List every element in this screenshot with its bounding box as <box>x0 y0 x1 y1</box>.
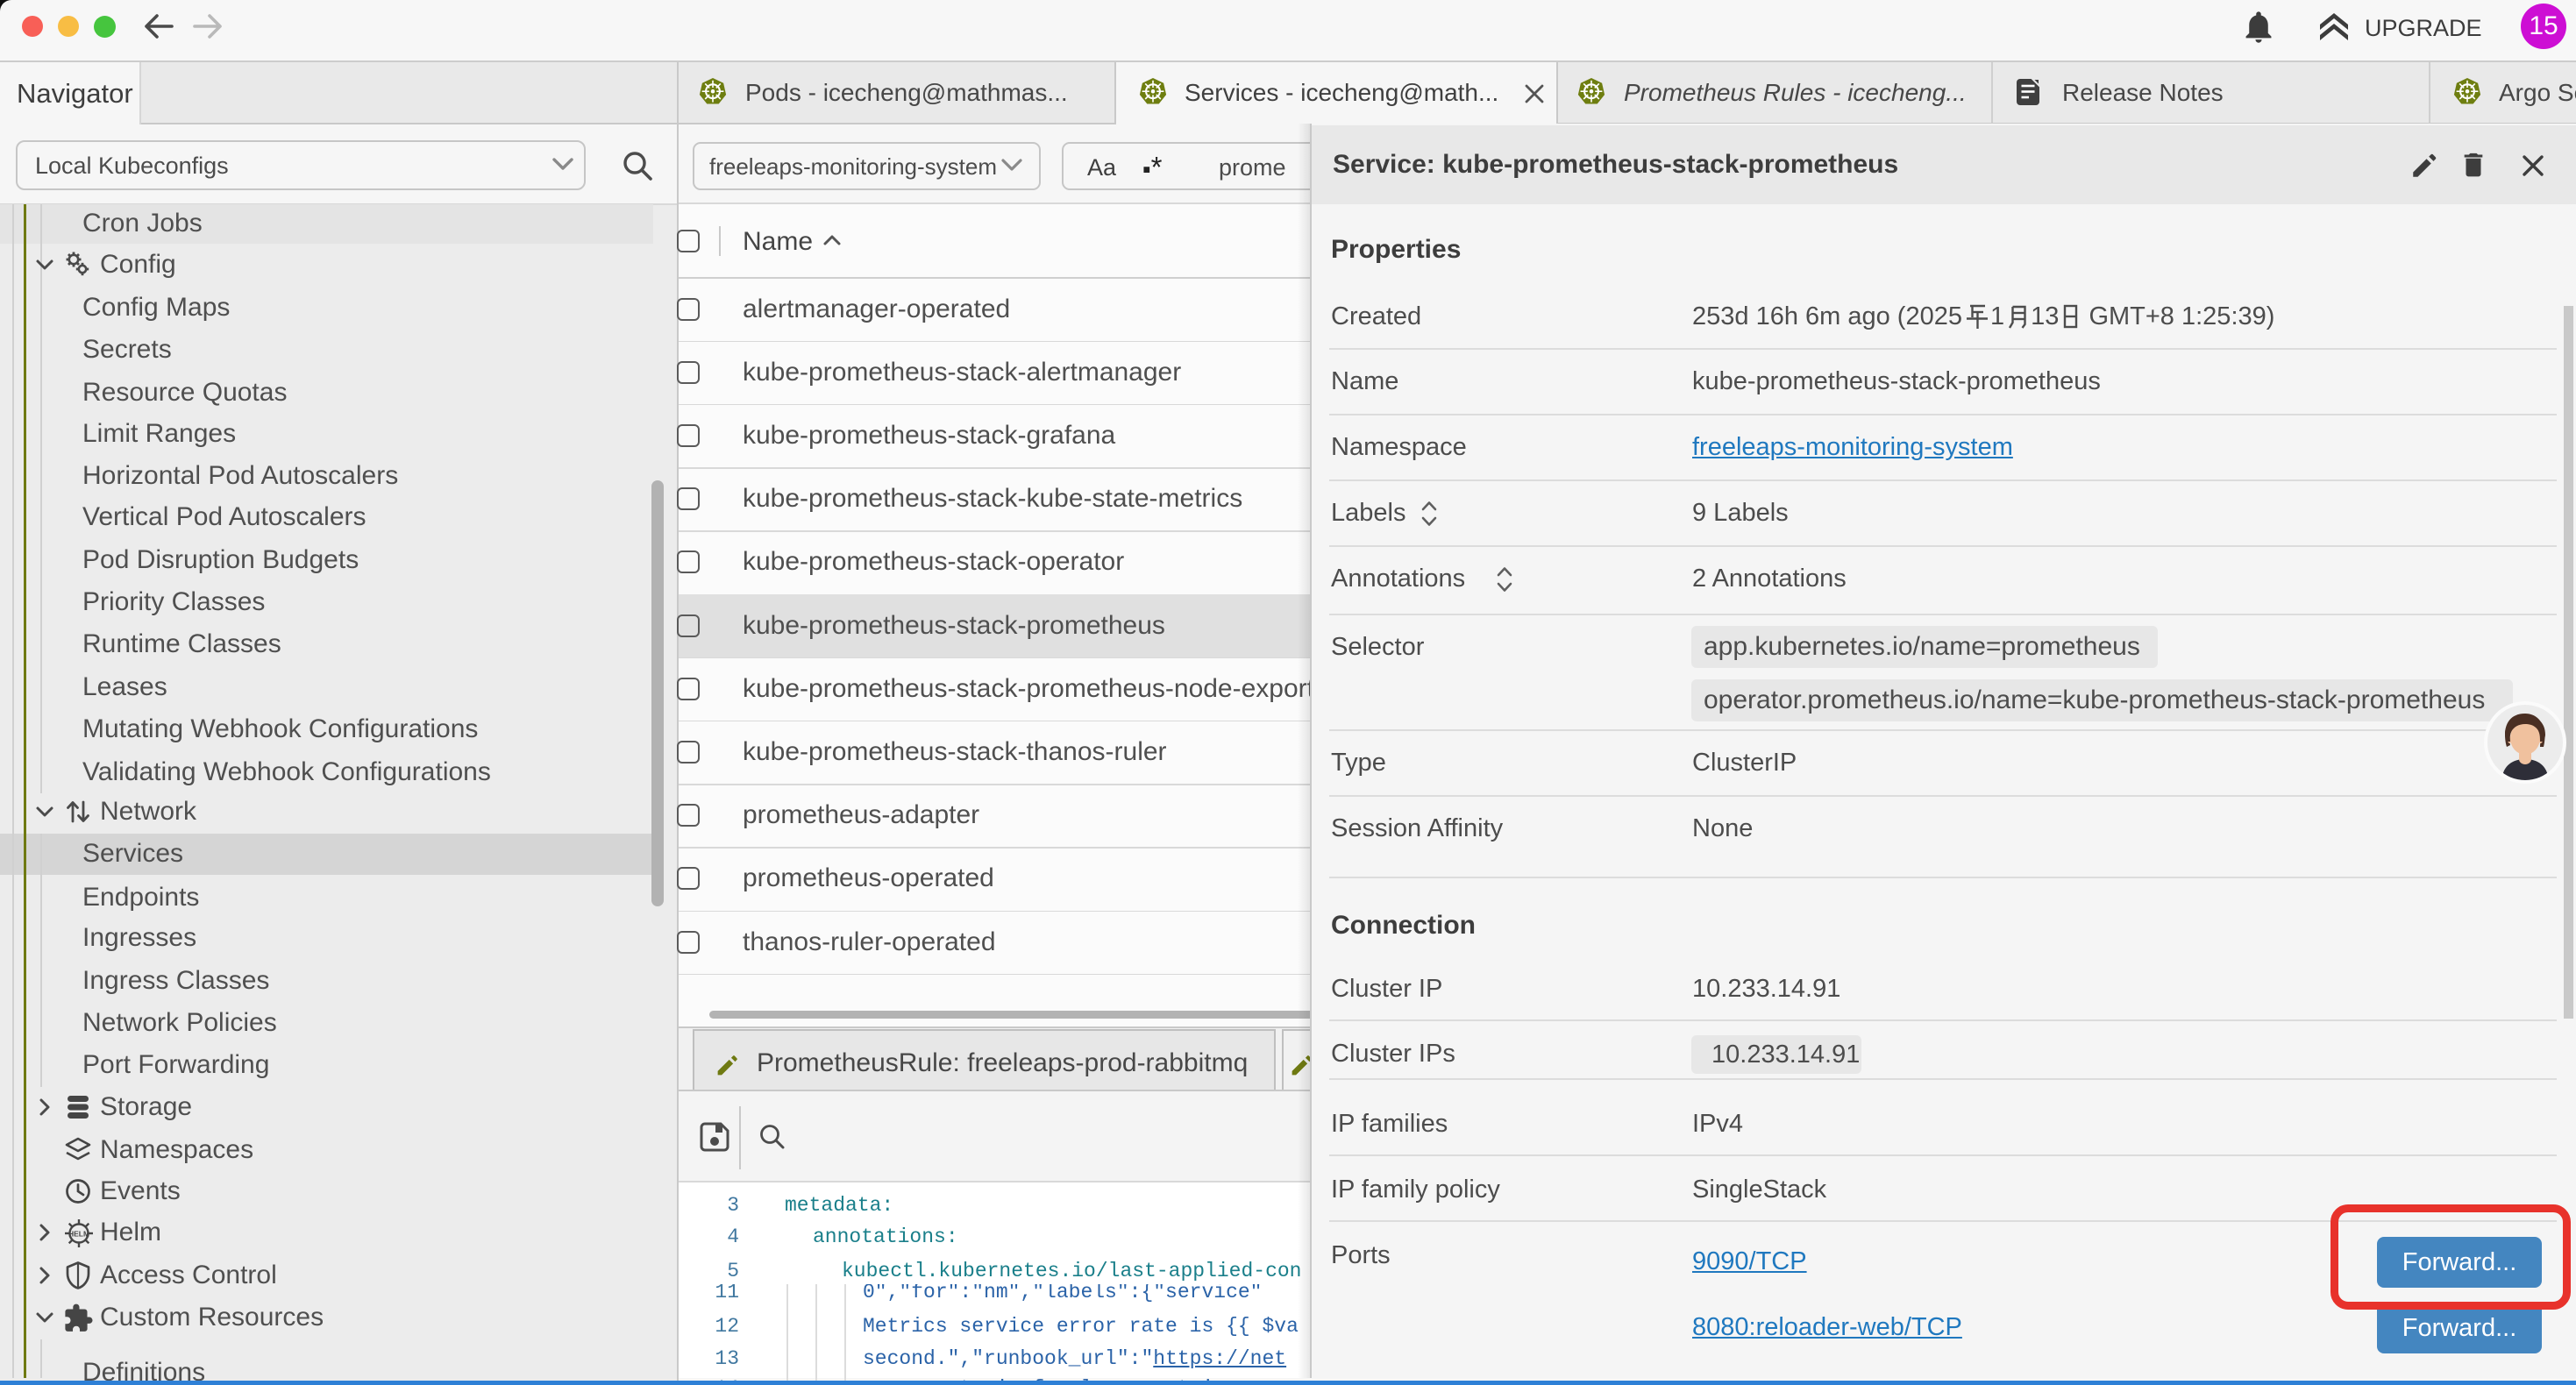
svg-text:HELM: HELM <box>68 1230 89 1239</box>
